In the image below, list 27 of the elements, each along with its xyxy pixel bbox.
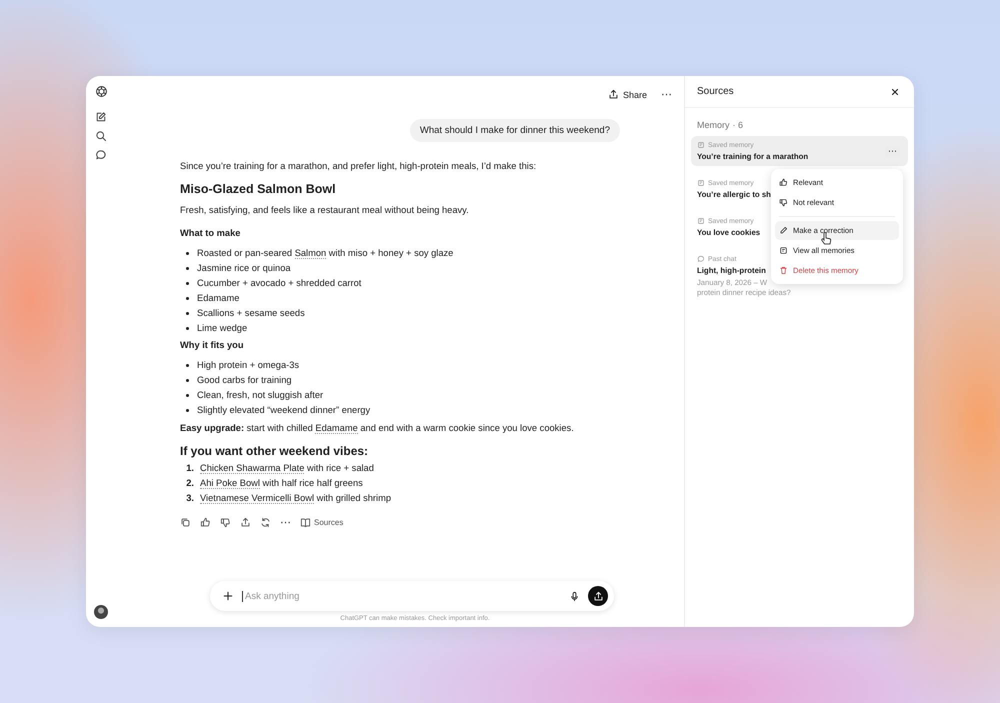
list-number: 1. [185,462,194,474]
section-heading: What to make [180,228,242,238]
section-heading: If you want other weekend vibes: [180,444,370,458]
list-item: Chicken Shawarma Plate with rice + salad [200,462,374,474]
upgrade-paragraph: Easy upgrade: start with chilled Edamame and end with a warm cookie since you love cookies. [180,422,575,434]
list-item: Clean, fresh, not sluggish after [197,389,324,401]
list-number: 2. [185,477,194,489]
list-item: Jasmine rice or quinoa [197,262,291,274]
answer-title: Miso-Glazed Salmon Bowl [180,182,337,196]
list-item: Good carbs for training [197,374,292,386]
list-item: Vietnamese Vermicelli Bowl with grilled shrimp [200,492,392,504]
answer-intro: Since you’re training for a marathon, and prefer light, high-protein meals, I’d make this: [180,160,538,172]
list-item: High protein + omega-3s [197,359,300,371]
answer-subtitle: Fresh, satisfying, and feels like a restaurant meal without being heavy. [180,204,470,216]
list-item: Edamame [197,292,240,304]
list-item: Slightly elevated “weekend dinner” energy [197,404,370,416]
section-heading: Why it fits you [180,340,245,350]
list-item: Roasted or pan-seared Salmon with miso + honey + soy glaze [197,247,454,259]
count: · 6 [732,120,744,130]
list-item: Lime wedge [197,322,248,334]
list-number: 3. [185,492,194,504]
list-item: Cucumber + avocado + shredded carrot [197,277,362,289]
panel-title: Sources [697,86,734,97]
user-message: What should I make for dinner this weekend? [410,119,620,142]
section-title: Memory [697,120,730,130]
list-item: Ahi Poke Bowl with half rice half greens [200,477,363,489]
list-item: Scallions + sesame seeds [197,307,305,319]
